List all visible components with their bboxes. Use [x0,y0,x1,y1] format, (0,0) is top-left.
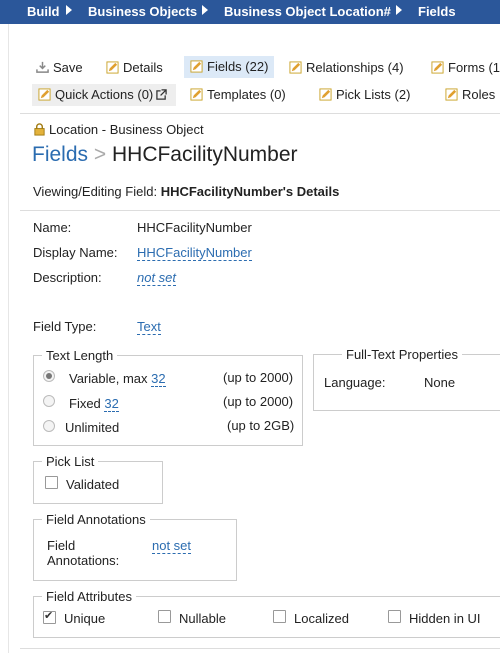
fixed-option: Fixed 32 [69,396,119,412]
pick-lists-label: Pick Lists (2) [336,87,411,102]
fields-label: Fields (22) [207,59,269,74]
name-label: Name: [33,220,72,235]
attributes-legend: Field Attributes [46,589,132,604]
annotations-label-line1: Field [47,538,76,553]
name-value: HHCFacilityNumber [137,220,252,235]
chevron-right-icon [202,5,208,15]
context-text: Location - Business Object [49,122,204,137]
page-title: Fields > HHCFacilityNumber [32,143,298,167]
save-icon [36,61,49,73]
breadcrumb-build[interactable]: Build [27,4,60,19]
validated-label: Validated [66,477,120,492]
annotations-value[interactable]: not set [152,538,192,554]
pencil-icon [431,61,444,74]
chevron-right-icon [396,5,402,15]
templates-tab[interactable]: Templates (0) [190,84,286,106]
display-name-label: Display Name: [33,245,118,260]
nullable-checkbox[interactable] [158,610,171,623]
forms-tab[interactable]: Forms (1 [431,57,500,79]
details-tab[interactable]: Details [106,57,163,79]
unique-checkbox[interactable] [43,609,56,624]
pencil-icon [190,88,203,101]
annotations-label-line2: Annotations: [47,553,120,568]
pencil-icon [445,88,458,101]
save-button[interactable]: Save [36,57,83,79]
display-name-link[interactable]: HHCFacilityNumber [137,245,252,261]
roles-label: Roles [462,87,496,102]
annotations-legend: Field Annotations [46,512,146,527]
annotations-link[interactable]: not set [152,538,192,554]
fulltext-legend: Full-Text Properties [346,347,458,362]
fields-tab[interactable]: Fields (22) [184,56,274,78]
field-type-value[interactable]: Text [137,319,161,335]
pick-lists-tab[interactable]: Pick Lists (2) [319,84,410,106]
display-name-value[interactable]: HHCFacilityNumber [137,245,252,261]
variable-max-value[interactable]: 32 [151,371,166,387]
localized-checkbox[interactable] [273,610,286,623]
toolbar-divider [20,113,500,114]
localized-label: Localized [294,611,349,626]
save-label: Save [53,60,83,75]
pencil-icon [106,61,119,74]
unique-label: Unique [64,611,106,626]
details-label: Details [123,60,163,75]
quick-actions-label: Quick Actions (0) [55,87,154,102]
annotations-label: Field Annotations: [47,538,119,568]
variable-radio[interactable] [43,370,55,382]
header-divider [20,210,500,211]
subtitle-prefix: Viewing/Editing Field: [33,184,158,199]
quick-actions-tab[interactable]: Quick Actions (0) [32,84,176,106]
forms-label: Forms (1 [448,60,500,75]
hidden-in-ui-checkbox[interactable] [388,610,401,623]
validated-checkbox[interactable] [45,476,58,489]
breadcrumb-business-objects[interactable]: Business Objects [88,4,197,19]
roles-tab[interactable]: Roles [445,84,495,106]
variable-label: Variable, max [69,371,148,386]
unlimited-hint: (up to 2GB) [227,418,295,433]
footer-divider [20,648,500,649]
relationships-tab[interactable]: Relationships (4) [289,57,404,79]
templates-label: Templates (0) [207,87,286,102]
description-link[interactable]: not set [137,270,177,286]
chevron-right-icon [66,5,72,15]
subtitle-value: HHCFacilityNumber's Details [160,184,340,199]
variable-option: Variable, max 32 [69,371,166,387]
title-field-name: HHCFacilityNumber [111,143,298,166]
title-section-link[interactable]: Fields [32,143,88,166]
description-label: Description: [33,270,102,285]
unlimited-label: Unlimited [65,420,120,435]
subtitle: Viewing/Editing Field: HHCFacilityNumber… [33,184,339,199]
language-value: None [424,375,456,390]
description-value[interactable]: not set [137,270,177,286]
fixed-hint: (up to 2000) [223,394,294,409]
external-link-icon[interactable] [156,89,167,100]
pencil-icon [190,60,203,73]
breadcrumb-business-object-location[interactable]: Business Object Location# [224,4,391,19]
title-separator: > [93,143,107,166]
nullable-label: Nullable [179,611,226,626]
field-type-label: Field Type: [33,319,97,334]
pencil-icon [319,88,332,101]
text-length-legend: Text Length [46,348,114,363]
language-label: Language: [324,375,386,390]
relationships-label: Relationships (4) [306,60,404,75]
pencil-icon [289,61,302,74]
breadcrumb-fields: Fields [418,4,456,19]
variable-hint: (up to 2000) [223,370,294,385]
fixed-radio[interactable] [43,395,55,407]
breadcrumb: Build Business Objects Business Object L… [0,0,500,24]
picklist-legend: Pick List [46,454,95,469]
fixed-label: Fixed [69,396,101,411]
field-type-link[interactable]: Text [137,319,161,335]
fixed-value[interactable]: 32 [104,396,119,412]
left-divider [8,24,9,653]
unlimited-radio[interactable] [43,420,55,432]
hidden-in-ui-label: Hidden in UI [409,611,481,626]
context-label: Location - Business Object [33,122,204,137]
pencil-icon [38,88,51,101]
lock-icon [34,123,45,136]
